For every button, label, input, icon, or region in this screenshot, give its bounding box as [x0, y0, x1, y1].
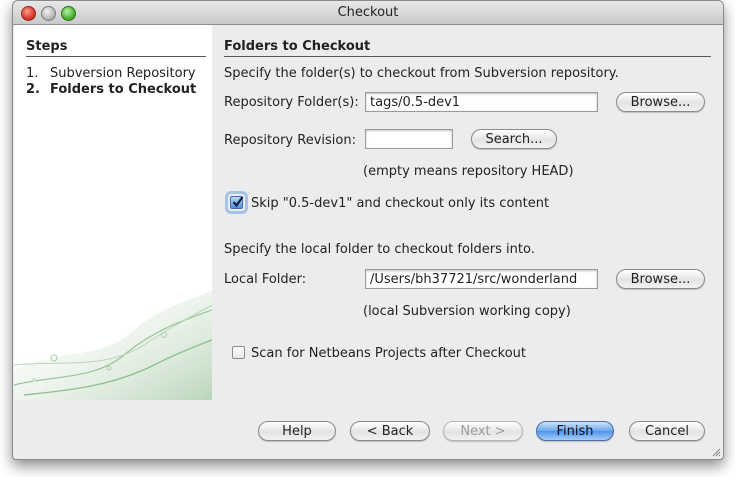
back-button[interactable]: < Back: [350, 421, 430, 441]
search-revision-button[interactable]: Search...: [471, 129, 557, 149]
resize-grip-icon[interactable]: [711, 447, 721, 457]
next-button[interactable]: Next >: [443, 421, 523, 441]
browse-repository-button[interactable]: Browse...: [616, 92, 705, 112]
steps-divider: [26, 56, 206, 57]
step-item-subversion-repository: 1. Subversion Repository: [26, 66, 196, 81]
repository-revision-label: Repository Revision:: [224, 133, 356, 148]
step-item-folders-to-checkout: 2. Folders to Checkout: [26, 82, 196, 97]
cancel-button[interactable]: Cancel: [629, 421, 705, 441]
heading-divider: [224, 56, 711, 57]
title-bar[interactable]: Checkout: [13, 1, 723, 25]
checkmark-icon: [232, 196, 244, 208]
browse-local-button[interactable]: Browse...: [616, 269, 705, 289]
local-folder-input[interactable]: /Users/bh37721/src/wonderland: [365, 269, 598, 289]
local-folder-label: Local Folder:: [224, 272, 307, 287]
decorative-swirl-graphic: [14, 290, 212, 400]
revision-hint: (empty means repository HEAD): [363, 164, 574, 179]
finish-button[interactable]: Finish: [536, 421, 614, 441]
scan-projects-label[interactable]: Scan for Netbeans Projects after Checkou…: [251, 346, 526, 361]
panel-heading: Folders to Checkout: [224, 39, 371, 54]
checkout-window: Checkout Steps 1. Subversion Repository 2…: [12, 0, 724, 460]
step-label: Subversion Repository: [50, 66, 196, 81]
intro-text: Specify the folder(s) to checkout from S…: [224, 66, 619, 81]
step-label: Folders to Checkout: [50, 82, 197, 97]
help-button[interactable]: Help: [258, 421, 336, 441]
skip-folder-label[interactable]: Skip "0.5-dev1" and checkout only its co…: [251, 196, 549, 211]
local-folder-hint: (local Subversion working copy): [363, 304, 571, 319]
skip-folder-checkbox[interactable]: [230, 196, 244, 209]
repository-folder-input[interactable]: tags/0.5-dev1: [365, 92, 598, 112]
steps-title: Steps: [26, 39, 68, 54]
steps-panel: Steps 1. Subversion Repository 2. Folders …: [14, 25, 212, 400]
folders-panel: Folders to Checkout Specify the folder(s…: [213, 25, 723, 459]
step-number: 2.: [26, 82, 40, 97]
scan-projects-checkbox[interactable]: [232, 346, 245, 359]
repository-revision-input[interactable]: [365, 129, 453, 149]
local-intro-text: Specify the local folder to checkout fol…: [224, 242, 535, 257]
repository-folder-label: Repository Folder(s):: [224, 95, 359, 110]
step-number: 1.: [26, 66, 39, 81]
window-title: Checkout: [337, 5, 399, 20]
